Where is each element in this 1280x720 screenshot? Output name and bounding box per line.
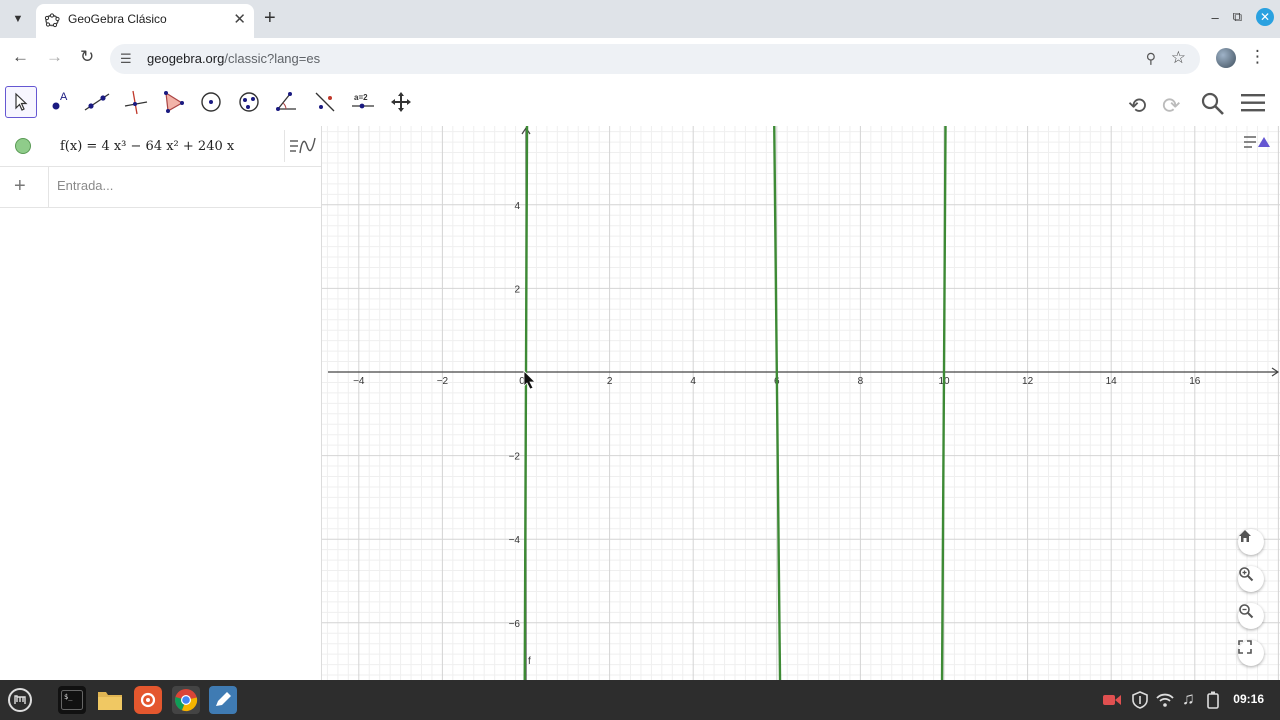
algebra-view: f(x) = 4 x³ − 64 x² + 240 x + Entrada... (0, 126, 322, 680)
x-tick-label: 2 (607, 376, 613, 387)
battery-icon[interactable] (1207, 691, 1219, 714)
wifi-icon[interactable] (1156, 692, 1174, 713)
browser-menu-icon[interactable]: ⋮ (1249, 47, 1266, 67)
polygon-tool-icon[interactable] (157, 86, 189, 118)
browser-tab[interactable]: GeoGebra Clásico ✕ (36, 4, 254, 38)
profile-avatar[interactable] (1216, 48, 1236, 68)
files-folder-icon[interactable] (96, 686, 124, 714)
x-tick-label: 14 (1106, 376, 1118, 387)
shield-icon[interactable] (1132, 691, 1148, 714)
y-tick-label: −6 (509, 619, 521, 630)
zoom-in-icon[interactable] (1238, 566, 1264, 592)
home-view-icon[interactable] (1238, 529, 1264, 555)
tab-title: GeoGebra Clásico (68, 12, 167, 26)
move-graphics-tool-icon[interactable] (385, 86, 417, 118)
y-tick-label: −4 (509, 535, 521, 546)
fullscreen-icon[interactable] (1238, 640, 1264, 666)
url-field[interactable]: ☰ geogebra.org/classic?lang=es ⚲ ☆ (110, 44, 1200, 74)
firefox-like-browser-icon[interactable] (134, 686, 162, 714)
terminal-icon[interactable]: $_ (58, 686, 86, 714)
reflect-tool-icon[interactable] (309, 86, 341, 118)
zoom-icon[interactable]: ⚲ (1146, 50, 1156, 67)
visibility-toggle-marker[interactable] (15, 138, 31, 154)
x-tick-label: −2 (437, 376, 449, 387)
slider-tool-icon[interactable]: a=2 (347, 86, 379, 118)
x-tick-label: 16 (1189, 376, 1201, 387)
angle-tool-icon[interactable] (271, 86, 303, 118)
browser-address-bar: ← → ↻ ☰ geogebra.org/classic?lang=es ⚲ ☆… (0, 38, 1280, 81)
line-tool-icon[interactable] (81, 86, 113, 118)
x-tick-label: 8 (858, 376, 864, 387)
y-tick-label: 4 (514, 201, 520, 212)
function-label: f (528, 656, 531, 667)
geogebra-favicon-icon (44, 13, 60, 28)
text-editor-icon[interactable] (209, 686, 237, 714)
svg-text:a=2: a=2 (354, 93, 368, 102)
chrome-icon[interactable] (172, 686, 200, 714)
os-taskbar: $_ ♫ 09:16 (0, 680, 1280, 720)
back-icon[interactable]: ← (12, 47, 29, 67)
function-definition[interactable]: f(x) = 4 x³ − 64 x² + 240 x (60, 139, 234, 154)
graphics-view[interactable]: −4 −2 0 2 4 6 8 10 12 14 16 4 2 −2 −4 −6 f (322, 126, 1280, 680)
forward-icon[interactable]: → (46, 47, 63, 67)
redo-icon[interactable]: ⟳ (1162, 93, 1180, 119)
music-note-icon[interactable]: ♫ (1182, 689, 1195, 709)
x-tick-label: 4 (690, 376, 696, 387)
move-tool-icon[interactable] (5, 86, 37, 118)
x-tick-label: 12 (1022, 376, 1034, 387)
taskbar-clock: 09:16 (1233, 692, 1264, 706)
new-tab-icon[interactable]: + (264, 7, 276, 30)
circle-tool-icon[interactable] (195, 86, 227, 118)
y-tick-label: 2 (514, 284, 520, 295)
graphics-style-bar-icon[interactable] (1242, 132, 1276, 160)
graphics-canvas[interactable]: −4 −2 0 2 4 6 8 10 12 14 1642−2−4−6f (322, 126, 1280, 680)
tab-close-icon[interactable]: ✕ (233, 10, 246, 28)
search-icon[interactable] (1200, 91, 1226, 122)
window-controls: – ⧉ ✕ (1211, 8, 1274, 26)
add-item-icon[interactable]: + (14, 175, 26, 198)
algebra-style-bar-icon[interactable] (284, 130, 321, 162)
screen-recorder-icon[interactable] (1102, 692, 1122, 708)
algebra-item-f[interactable]: f(x) = 4 x³ − 64 x² + 240 x (0, 126, 321, 167)
svg-text:$_: $_ (64, 693, 73, 701)
ellipse-tool-icon[interactable] (233, 86, 265, 118)
zoom-out-icon[interactable] (1238, 603, 1264, 629)
bookmark-star-icon[interactable]: ☆ (1171, 48, 1186, 68)
reload-icon[interactable]: ↻ (80, 47, 94, 67)
input-divider (48, 167, 49, 207)
input-bar[interactable]: Entrada... (57, 178, 113, 193)
tab-search-chevron-icon[interactable]: ▼ (6, 8, 30, 30)
x-tick-label: −4 (353, 376, 365, 387)
geogebra-toolbar: A a=2 ⟲ ⟳ (0, 80, 1280, 126)
undo-icon[interactable]: ⟲ (1128, 93, 1146, 119)
y-tick-label: −2 (509, 452, 521, 463)
minimize-icon[interactable]: – (1211, 10, 1218, 25)
algebra-input-row[interactable]: + Entrada... (0, 167, 321, 208)
url-text: geogebra.org/classic?lang=es (147, 51, 321, 66)
hamburger-menu-icon[interactable] (1240, 92, 1266, 119)
perpendicular-line-tool-icon[interactable] (119, 86, 151, 118)
svg-text:A: A (60, 91, 68, 103)
window-close-icon[interactable]: ✕ (1256, 8, 1274, 26)
point-tool-icon[interactable]: A (43, 86, 75, 118)
site-settings-icon[interactable]: ☰ (120, 51, 132, 67)
start-menu-icon[interactable] (6, 686, 34, 714)
browser-tab-bar: ▼ GeoGebra Clásico ✕ + – ⧉ ✕ (0, 0, 1280, 38)
restore-icon[interactable]: ⧉ (1233, 9, 1242, 25)
